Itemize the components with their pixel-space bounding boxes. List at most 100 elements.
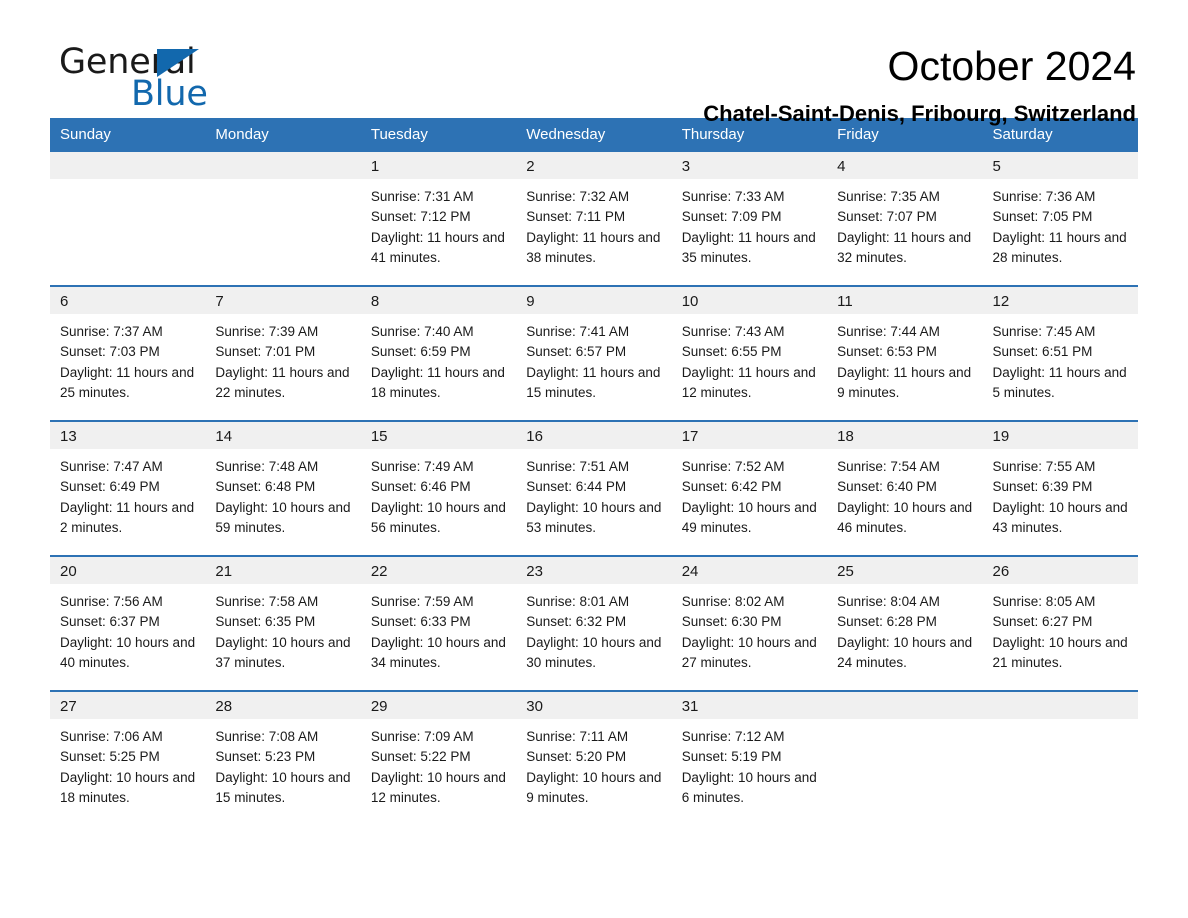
weekday-header-wednesday: Wednesday bbox=[516, 118, 672, 152]
calendar-day-cell[interactable]: 31 Sunrise: 7:12 AM Sunset: 5:19 PM Dayligh… bbox=[671, 690, 828, 825]
calendar-day-cell[interactable]: 3 Sunrise: 7:33 AM Sunset: 7:09 PM Daylight… bbox=[671, 152, 828, 286]
sunset-text: Sunset: 6:48 PM bbox=[215, 479, 316, 495]
page-masthead: General Blue October 2024 Chatel-Saint-D… bbox=[50, 0, 1138, 126]
day-details: Sunrise: 7:56 AM Sunset: 6:37 PM Daylight:… bbox=[50, 584, 205, 673]
day-cell-inner: 8 Sunrise: 7:40 AM Sunset: 6:59 PM Daylight… bbox=[360, 287, 517, 420]
daylight-text: Daylight: 10 hours and 46 minutes. bbox=[837, 499, 973, 535]
day-number: 31 bbox=[671, 692, 828, 719]
sunset-text: Sunset: 6:53 PM bbox=[837, 344, 937, 360]
sunset-text: Sunset: 6:59 PM bbox=[370, 344, 471, 360]
day-number: 9 bbox=[516, 287, 672, 314]
daylight-text: Daylight: 10 hours and 37 minutes. bbox=[215, 634, 351, 670]
day-number bbox=[982, 692, 1138, 719]
calendar-day-cell[interactable]: 29 Sunrise: 7:09 AM Sunset: 5:22 PM Dayligh… bbox=[360, 690, 517, 825]
day-number: 23 bbox=[516, 557, 672, 584]
calendar-day-cell[interactable]: 5 Sunrise: 7:36 AM Sunset: 7:05 PM Daylight… bbox=[982, 152, 1138, 286]
sunrise-text: Sunrise: 7:36 AM bbox=[992, 189, 1096, 204]
calendar-day-cell[interactable]: 14 Sunrise: 7:48 AM Sunset: 6:48 PM Dayligh… bbox=[205, 420, 361, 556]
page-title: October 2024 bbox=[887, 43, 1136, 89]
calendar-day-cell[interactable]: 20 Sunrise: 7:56 AM Sunset: 6:37 PM Dayligh… bbox=[50, 555, 206, 691]
sunset-text: Sunset: 7:03 PM bbox=[60, 344, 160, 360]
calendar-day-cell[interactable]: 24 Sunrise: 8:02 AM Sunset: 6:30 PM Dayligh… bbox=[671, 555, 828, 691]
sunset-text: Sunset: 5:20 PM bbox=[526, 749, 627, 765]
calendar-day-cell[interactable]: 22 Sunrise: 7:59 AM Sunset: 6:33 PM Dayligh… bbox=[360, 555, 517, 691]
generalblue-logo[interactable]: General Blue bbox=[59, 42, 309, 118]
calendar-day-cell[interactable]: 11 Sunrise: 7:44 AM Sunset: 6:53 PM Dayligh… bbox=[827, 285, 983, 421]
day-cell-inner: 7 Sunrise: 7:39 AM Sunset: 7:01 PM Daylight… bbox=[205, 287, 361, 420]
sunset-text: Sunset: 7:07 PM bbox=[837, 209, 937, 225]
sunrise-text: Sunrise: 7:31 AM bbox=[370, 189, 474, 204]
day-cell-inner bbox=[827, 692, 983, 825]
day-cell-inner: 10 Sunrise: 7:43 AM Sunset: 6:55 PM Dayligh… bbox=[671, 287, 828, 420]
calendar-day-cell[interactable]: 9 Sunrise: 7:41 AM Sunset: 6:57 PM Daylight… bbox=[516, 285, 672, 421]
calendar-day-cell[interactable]: 1 Sunrise: 7:31 AM Sunset: 7:12 PM Daylight… bbox=[360, 152, 517, 286]
day-number bbox=[50, 152, 206, 179]
calendar-day-cell[interactable]: 12 Sunrise: 7:45 AM Sunset: 6:51 PM Dayligh… bbox=[982, 285, 1138, 421]
day-number: 2 bbox=[516, 152, 672, 179]
sunrise-text: Sunrise: 7:32 AM bbox=[526, 189, 630, 204]
day-cell-inner: 29 Sunrise: 7:09 AM Sunset: 5:22 PM Dayligh… bbox=[360, 692, 517, 825]
calendar-body: 1 Sunrise: 7:31 AM Sunset: 7:12 PM Daylight… bbox=[50, 152, 1138, 825]
day-number: 15 bbox=[360, 422, 517, 449]
sunset-text: Sunset: 6:33 PM bbox=[370, 614, 471, 630]
logo-text-blue: Blue bbox=[131, 74, 208, 114]
day-details: Sunrise: 7:44 AM Sunset: 6:53 PM Daylight:… bbox=[827, 314, 982, 403]
sunrise-text: Sunrise: 7:35 AM bbox=[837, 189, 940, 204]
sunrise-text: Sunrise: 7:59 AM bbox=[370, 594, 474, 609]
day-details: Sunrise: 7:47 AM Sunset: 6:49 PM Daylight:… bbox=[50, 449, 205, 538]
daylight-text: Daylight: 11 hours and 41 minutes. bbox=[370, 229, 505, 265]
calendar-day-cell[interactable]: 26 Sunrise: 8:05 AM Sunset: 6:27 PM Dayligh… bbox=[982, 555, 1138, 691]
daylight-text: Daylight: 10 hours and 15 minutes. bbox=[215, 769, 351, 805]
calendar-day-cell[interactable]: 23 Sunrise: 8:01 AM Sunset: 6:32 PM Dayligh… bbox=[516, 555, 672, 691]
sunrise-text: Sunrise: 7:09 AM bbox=[370, 729, 474, 744]
calendar-day-cell[interactable]: 18 Sunrise: 7:54 AM Sunset: 6:40 PM Dayligh… bbox=[827, 420, 983, 556]
calendar-day-cell[interactable]: 25 Sunrise: 8:04 AM Sunset: 6:28 PM Dayligh… bbox=[827, 555, 983, 691]
day-details: Sunrise: 8:02 AM Sunset: 6:30 PM Daylight:… bbox=[672, 584, 827, 673]
calendar-day-cell[interactable]: 30 Sunrise: 7:11 AM Sunset: 5:20 PM Dayligh… bbox=[516, 690, 672, 825]
calendar-day-cell[interactable]: 8 Sunrise: 7:40 AM Sunset: 6:59 PM Daylight… bbox=[360, 285, 517, 421]
calendar-day-cell[interactable]: 2 Sunrise: 7:32 AM Sunset: 7:11 PM Daylight… bbox=[516, 152, 672, 286]
calendar-day-cell[interactable]: 6 Sunrise: 7:37 AM Sunset: 7:03 PM Daylight… bbox=[50, 285, 206, 421]
calendar-day-cell[interactable]: 10 Sunrise: 7:43 AM Sunset: 6:55 PM Dayligh… bbox=[671, 285, 828, 421]
weekday-header-sunday: Sunday bbox=[50, 118, 206, 152]
day-details: Sunrise: 7:41 AM Sunset: 6:57 PM Daylight:… bbox=[516, 314, 671, 403]
day-number: 26 bbox=[982, 557, 1138, 584]
sunset-text: Sunset: 6:42 PM bbox=[681, 479, 782, 495]
sunrise-text: Sunrise: 7:37 AM bbox=[60, 324, 163, 339]
daylight-text: Daylight: 10 hours and 21 minutes. bbox=[992, 634, 1128, 670]
daylight-text: Daylight: 11 hours and 32 minutes. bbox=[837, 229, 972, 265]
day-number: 13 bbox=[50, 422, 206, 449]
calendar-day-cell[interactable]: 16 Sunrise: 7:51 AM Sunset: 6:44 PM Dayligh… bbox=[516, 420, 672, 556]
calendar-day-cell[interactable]: 7 Sunrise: 7:39 AM Sunset: 7:01 PM Daylight… bbox=[205, 285, 361, 421]
calendar-day-cell[interactable]: 17 Sunrise: 7:52 AM Sunset: 6:42 PM Dayligh… bbox=[671, 420, 828, 556]
calendar-day-cell[interactable]: 21 Sunrise: 7:58 AM Sunset: 6:35 PM Dayligh… bbox=[205, 555, 361, 691]
calendar-day-cell[interactable]: 4 Sunrise: 7:35 AM Sunset: 7:07 PM Daylight… bbox=[827, 152, 983, 286]
calendar-day-cell[interactable]: 15 Sunrise: 7:49 AM Sunset: 6:46 PM Dayligh… bbox=[360, 420, 517, 556]
day-details: Sunrise: 7:45 AM Sunset: 6:51 PM Daylight:… bbox=[983, 314, 1138, 403]
sunrise-text: Sunrise: 7:08 AM bbox=[215, 729, 319, 744]
day-number: 17 bbox=[671, 422, 828, 449]
sunset-text: Sunset: 5:22 PM bbox=[370, 749, 471, 765]
day-cell-inner: 4 Sunrise: 7:35 AM Sunset: 7:07 PM Daylight… bbox=[827, 152, 983, 285]
day-number: 25 bbox=[827, 557, 983, 584]
day-details: Sunrise: 8:04 AM Sunset: 6:28 PM Daylight:… bbox=[827, 584, 982, 673]
daylight-text: Daylight: 10 hours and 40 minutes. bbox=[60, 634, 196, 670]
day-cell-inner: 12 Sunrise: 7:45 AM Sunset: 6:51 PM Dayligh… bbox=[982, 287, 1138, 420]
day-number: 6 bbox=[50, 287, 206, 314]
sunrise-text: Sunrise: 7:33 AM bbox=[681, 189, 785, 204]
calendar-day-cell[interactable]: 13 Sunrise: 7:47 AM Sunset: 6:49 PM Dayligh… bbox=[50, 420, 206, 556]
day-details: Sunrise: 7:37 AM Sunset: 7:03 PM Daylight:… bbox=[50, 314, 205, 403]
day-cell-inner: 16 Sunrise: 7:51 AM Sunset: 6:44 PM Dayligh… bbox=[516, 422, 672, 555]
daylight-text: Daylight: 10 hours and 34 minutes. bbox=[370, 634, 506, 670]
sunset-text: Sunset: 6:28 PM bbox=[837, 614, 937, 630]
daylight-text: Daylight: 11 hours and 38 minutes. bbox=[526, 229, 661, 265]
calendar-day-cell[interactable]: 19 Sunrise: 7:55 AM Sunset: 6:39 PM Dayligh… bbox=[982, 420, 1138, 556]
sunrise-text: Sunrise: 7:12 AM bbox=[681, 729, 785, 744]
calendar-grid: Sunday Monday Tuesday Wednesday Thursday Frid… bbox=[50, 118, 1138, 825]
calendar-day-cell[interactable]: 28 Sunrise: 7:08 AM Sunset: 5:23 PM Dayligh… bbox=[205, 690, 361, 825]
day-cell-inner: 26 Sunrise: 8:05 AM Sunset: 6:27 PM Dayligh… bbox=[982, 557, 1138, 690]
day-details: Sunrise: 7:08 AM Sunset: 5:23 PM Daylight:… bbox=[205, 719, 360, 808]
daylight-text: Daylight: 11 hours and 18 minutes. bbox=[370, 364, 505, 400]
calendar-day-cell[interactable]: 27 Sunrise: 7:06 AM Sunset: 5:25 PM Dayligh… bbox=[50, 690, 206, 825]
daylight-text: Daylight: 11 hours and 5 minutes. bbox=[992, 364, 1127, 400]
